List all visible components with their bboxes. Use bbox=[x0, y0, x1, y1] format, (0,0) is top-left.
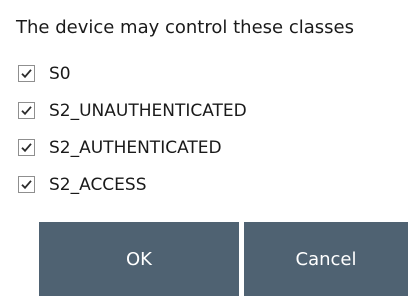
checkmark-icon bbox=[21, 180, 32, 190]
class-checkbox-s2-unauthenticated[interactable] bbox=[18, 102, 35, 119]
class-label-s2-authenticated: S2_AUTHENTICATED bbox=[49, 137, 222, 158]
class-item-s2-authenticated[interactable]: S2_AUTHENTICATED bbox=[18, 129, 247, 166]
dialog-button-bar: OK Cancel bbox=[39, 222, 408, 296]
class-checkbox-s2-access[interactable] bbox=[18, 176, 35, 193]
class-checkbox-s0[interactable] bbox=[18, 65, 35, 82]
class-item-s0[interactable]: S0 bbox=[18, 55, 247, 92]
ok-button[interactable]: OK bbox=[39, 222, 239, 296]
class-checkbox-s2-authenticated[interactable] bbox=[18, 139, 35, 156]
class-label-s2-unauthenticated: S2_UNAUTHENTICATED bbox=[49, 100, 247, 121]
checkmark-icon bbox=[21, 69, 32, 79]
cancel-button[interactable]: Cancel bbox=[244, 222, 408, 296]
checkmark-icon bbox=[21, 143, 32, 153]
checkmark-icon bbox=[21, 106, 32, 116]
dialog-title: The device may control these classes bbox=[16, 17, 354, 38]
class-label-s2-access: S2_ACCESS bbox=[49, 174, 147, 195]
class-item-s2-unauthenticated[interactable]: S2_UNAUTHENTICATED bbox=[18, 92, 247, 129]
class-checkbox-list: S0 S2_UNAUTHENTICATED S2_AUTHENTICATED S… bbox=[18, 55, 247, 203]
classes-dialog: The device may control these classes S0 … bbox=[0, 0, 409, 296]
class-label-s0: S0 bbox=[49, 63, 71, 84]
class-item-s2-access[interactable]: S2_ACCESS bbox=[18, 166, 247, 203]
